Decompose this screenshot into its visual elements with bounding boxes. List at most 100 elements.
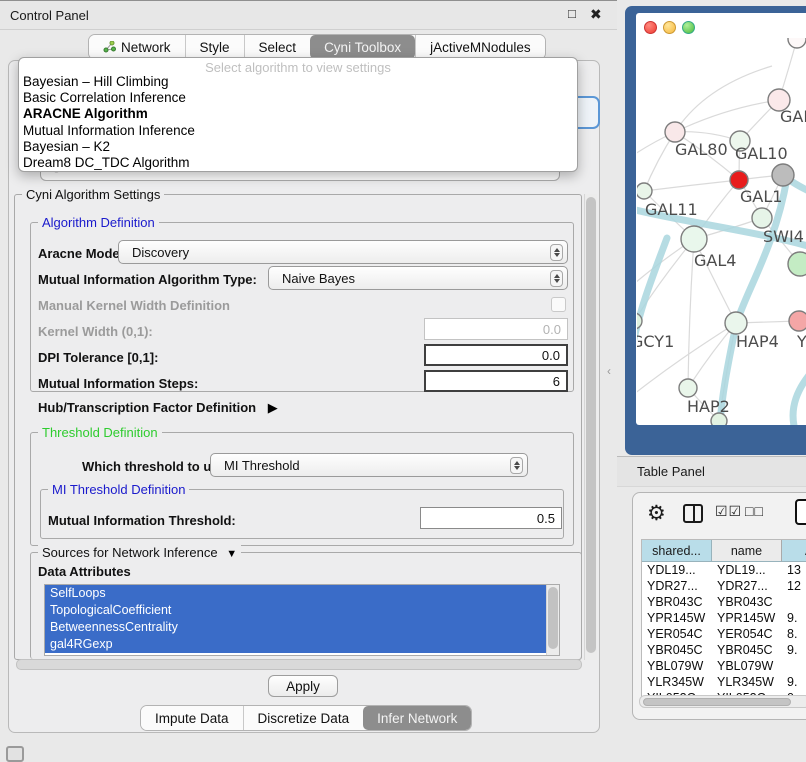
attribute-item-topologicalcoefficient[interactable]: TopologicalCoefficient <box>45 602 546 619</box>
aracne-mode-value: Discovery <box>132 245 189 260</box>
table-cell: YER054C <box>712 627 782 641</box>
mi-type-select[interactable]: Naive Bayes <box>268 266 568 290</box>
tab-select[interactable]: Select <box>244 35 311 59</box>
column-header-name[interactable]: name <box>712 540 782 562</box>
tab-label: Select <box>259 40 297 55</box>
tab-cyni-toolbox[interactable]: Cyni Toolbox <box>310 35 415 59</box>
node-label-gal80: GAL80 <box>675 140 728 159</box>
network-node-gal80[interactable] <box>665 122 685 142</box>
settings-scrollbar-thumb[interactable] <box>586 197 596 653</box>
table-row[interactable]: YBR043CYBR043C <box>642 594 806 610</box>
node-label-hap2: HAP2 <box>687 397 730 416</box>
panel-resize-handle[interactable]: ‹ <box>607 364 611 378</box>
apply-button[interactable]: Apply <box>268 675 338 697</box>
which-threshold-select[interactable]: MI Threshold <box>210 453 528 477</box>
table-header-row: shared...nameA <box>642 540 806 562</box>
deselect-all-checkboxes-icon[interactable]: □□ <box>745 503 764 519</box>
minimized-panel-icon[interactable] <box>6 746 24 762</box>
settings-horizontal-scrollbar[interactable] <box>16 659 582 670</box>
tab-jactivemnodules[interactable]: jActiveMNodules <box>415 35 545 59</box>
table-row[interactable]: YDR27...YDR27...12 <box>642 578 806 594</box>
network-node-gal11[interactable] <box>637 183 652 199</box>
column-header-a[interactable]: A <box>782 540 806 562</box>
table-row[interactable]: YLR345WYLR345W9. <box>642 674 806 690</box>
control-panel-title: Control Panel <box>10 8 89 23</box>
attributes-scrollbar-thumb[interactable] <box>548 587 558 649</box>
algorithm-definition-title: Algorithm Definition <box>38 215 159 230</box>
select-all-checkboxes-icon[interactable]: ☑☑ <box>715 503 742 520</box>
hub-definition-label: Hub/Transcription Factor Definition <box>38 400 256 415</box>
table-horizontal-scrollbar[interactable] <box>639 695 806 708</box>
tab-discretize-data[interactable]: Discretize Data <box>243 706 364 730</box>
node-label-gal1: GAL1 <box>740 187 782 206</box>
table-cell: 13 <box>782 563 806 577</box>
table-panel-title: Table Panel <box>617 464 705 479</box>
table-cell: YPR145W <box>712 611 782 625</box>
attribute-item-gal4rgexp[interactable]: gal4RGexp <box>45 636 546 653</box>
network-node-pink-right[interactable] <box>789 311 806 331</box>
table-cell: YBR045C <box>712 643 782 657</box>
algorithm-option-dream8-dc-tdc-algorithm[interactable]: Dream8 DC_TDC Algorithm <box>19 155 577 171</box>
network-node-gray[interactable] <box>772 164 794 186</box>
algorithm-option-basic-correlation-inference[interactable]: Basic Correlation Inference <box>19 90 577 106</box>
minimize-window-icon[interactable] <box>663 21 676 34</box>
mi-steps-field[interactable]: 6 <box>424 370 568 392</box>
attribute-item-betweennesscentrality[interactable]: BetweennessCentrality <box>45 619 546 636</box>
table-row[interactable]: YBL079WYBL079W <box>642 658 806 674</box>
gear-icon[interactable]: ⚙ <box>647 501 666 526</box>
aracne-mode-select[interactable]: Discovery <box>118 240 568 264</box>
column-header-shared-[interactable]: shared... <box>642 540 712 562</box>
mi-threshold-field[interactable]: 0.5 <box>420 507 562 529</box>
network-node-hap2[interactable] <box>679 379 697 397</box>
table-row[interactable]: YPR145WYPR145W9. <box>642 610 806 626</box>
network-node-hap4[interactable] <box>725 312 747 334</box>
data-attributes-label: Data Attributes <box>38 564 131 579</box>
close-window-icon[interactable] <box>644 21 657 34</box>
table-panel-window: ⚙ ☑☑ □□ shared...nameA YDL19...YDL19...1… <box>632 492 806 720</box>
expanded-arrow-icon[interactable]: ▼ <box>226 548 237 560</box>
algorithm-option-bayesian-hill-climbing[interactable]: Bayesian – Hill Climbing <box>19 74 577 90</box>
tab-network[interactable]: Network <box>89 35 185 59</box>
tab-infer-network[interactable]: Infer Network <box>363 706 471 730</box>
network-edge[interactable] <box>644 180 739 191</box>
network-view-window[interactable]: GAL80GAL10GAL1GAL11SWI4GAL4GCY1HAP4HAP2G… <box>625 6 806 455</box>
columns-icon[interactable] <box>683 504 703 523</box>
mi-threshold-label: Mutual Information Threshold: <box>48 513 236 528</box>
float-panel-icon[interactable]: □ <box>568 6 576 21</box>
table-cell: 9. <box>782 611 806 625</box>
table-row[interactable]: YBR045CYBR045C9. <box>642 642 806 658</box>
network-node-swi4[interactable] <box>752 208 772 228</box>
node-label-gal10: GAL10 <box>735 144 788 163</box>
settings-vertical-scrollbar[interactable] <box>584 194 597 660</box>
network-node-gal4[interactable] <box>681 226 707 252</box>
attributes-scrollbar[interactable] <box>546 585 559 655</box>
export-table-icon[interactable] <box>795 499 806 525</box>
data-attributes-listbox[interactable]: SelfLoopsTopologicalCoefficientBetweenne… <box>44 584 560 656</box>
cyni-settings-title: Cyni Algorithm Settings <box>22 187 164 202</box>
table-cell: YBR043C <box>642 595 712 609</box>
tab-style[interactable]: Style <box>185 35 244 59</box>
algorithm-option-mutual-information-inference[interactable]: Mutual Information Inference <box>19 123 577 139</box>
network-canvas[interactable]: GAL80GAL10GAL1GAL11SWI4GAL4GCY1HAP4HAP2G… <box>637 38 806 425</box>
tab-impute-data[interactable]: Impute Data <box>141 706 243 730</box>
sources-toggle[interactable]: Sources for Network Inference ▼ <box>38 545 241 560</box>
close-panel-icon[interactable]: ✖ <box>590 6 602 23</box>
table-row[interactable]: YDL19...YDL19...13 <box>642 562 806 578</box>
dpi-tolerance-field[interactable]: 0.0 <box>424 344 568 366</box>
manual-kernel-checkbox[interactable] <box>551 297 566 312</box>
hub-definition-toggle[interactable]: Hub/Transcription Factor Definition ▶ <box>38 400 278 416</box>
zoom-window-icon[interactable] <box>682 21 695 34</box>
network-node-right-green[interactable] <box>788 252 806 276</box>
algorithm-option-aracne-algorithm[interactable]: ARACNE Algorithm <box>19 106 577 122</box>
table-scrollbar-thumb[interactable] <box>643 698 791 706</box>
algorithm-popup-placeholder: Select algorithm to view settings <box>19 58 577 74</box>
table-row[interactable]: YER054CYER054C8. <box>642 626 806 642</box>
collapsed-arrow-icon[interactable]: ▶ <box>268 400 278 415</box>
stepper-icon <box>550 270 563 287</box>
table-toolbar: ⚙ ☑☑ □□ <box>633 501 806 533</box>
attribute-item-selfloops[interactable]: SelfLoops <box>45 585 546 602</box>
algorithm-option-bayesian-k2[interactable]: Bayesian – K2 <box>19 139 577 155</box>
network-edge-highlighted[interactable] <box>793 368 806 425</box>
network-node-top[interactable] <box>788 38 806 48</box>
table-cell: YBR045C <box>642 643 712 657</box>
